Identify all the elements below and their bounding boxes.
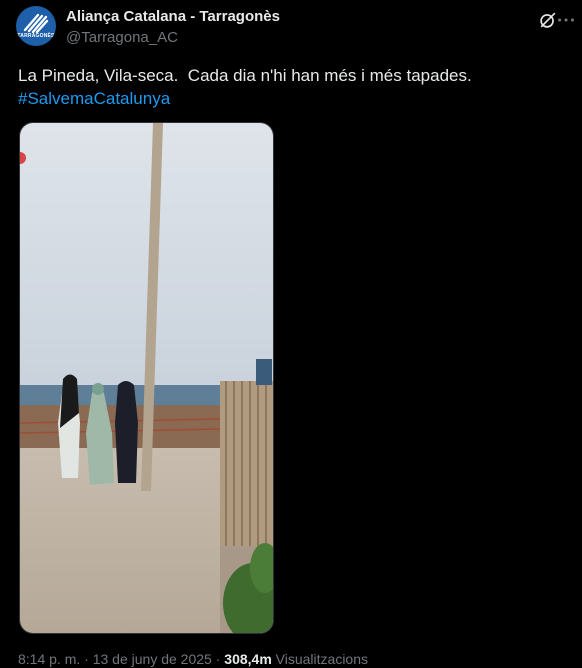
meta-separator: · (84, 651, 89, 667)
more-icon[interactable] (555, 9, 577, 31)
tweet-date[interactable]: 13 de juny de 2025 (93, 651, 212, 667)
views-label: Visualitzacions (275, 651, 369, 667)
author-name[interactable]: Aliança Catalana - Tarragonès (66, 8, 280, 25)
logo-icon (23, 13, 49, 34)
beach-photo (20, 123, 273, 633)
meta-separator: · (215, 651, 221, 667)
figure-right (115, 381, 138, 483)
tweet-text-line: La Pineda, Vila-seca. Cada dia n'hi han … (18, 66, 472, 85)
avatar[interactable]: TARRAGONÈS (16, 6, 56, 46)
author-handle[interactable]: @Tarragona_AC (66, 29, 178, 46)
tweet-meta: 8:14 p. m. · 13 de juny de 2025 · 308,4m… (18, 651, 368, 667)
hashtag-link[interactable]: #SalvemaCatalunya (18, 87, 568, 110)
avatar-label: TARRAGONÈS (17, 33, 55, 39)
tweet-text: La Pineda, Vila-seca. Cada dia n'hi han … (18, 64, 568, 110)
views-count: 308,4m (224, 651, 272, 667)
tweet-photo[interactable] (19, 122, 274, 634)
tweet-time[interactable]: 8:14 p. m. (18, 651, 80, 667)
